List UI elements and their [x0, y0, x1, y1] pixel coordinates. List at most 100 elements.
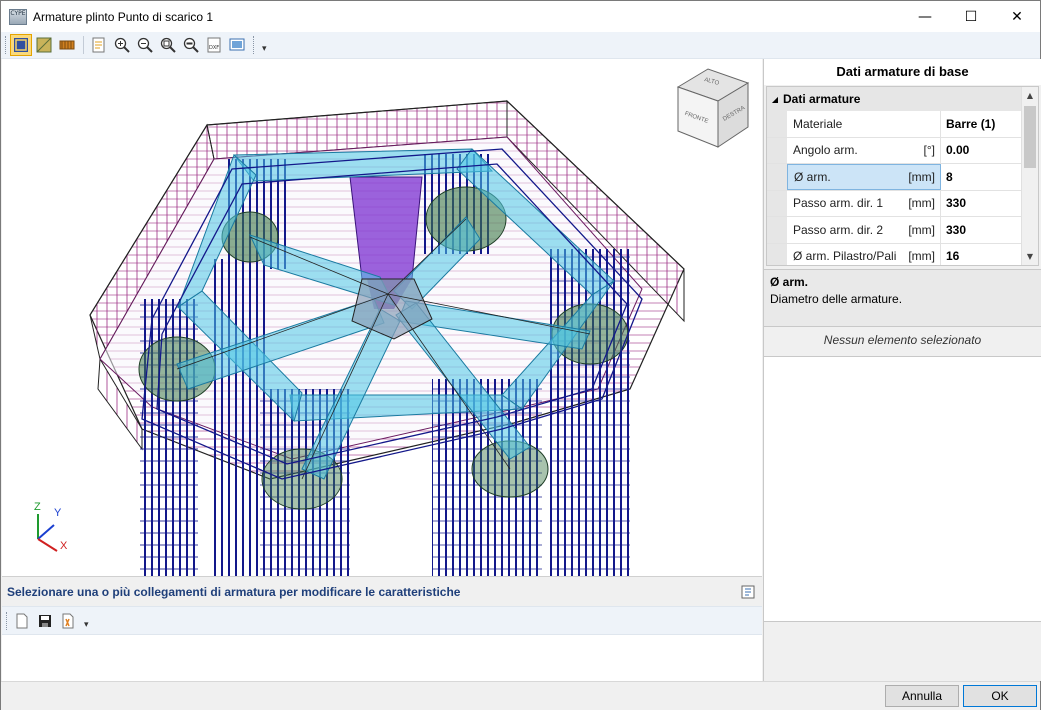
property-label: Angolo arm.: [793, 143, 858, 158]
zoom-extents-button[interactable]: [180, 34, 202, 56]
minimize-button[interactable]: —: [902, 1, 948, 32]
secondary-list-area[interactable]: [2, 634, 762, 681]
property-row[interactable]: Passo arm. dir. 1 [mm] 330: [767, 190, 1038, 217]
cancel-button[interactable]: Annulla: [885, 685, 959, 707]
open-library-button[interactable]: [57, 610, 79, 632]
property-label: Ø arm.: [794, 169, 831, 184]
properties-panel: Dati armature di base ◢ Dati armature Ma…: [763, 59, 1041, 681]
zoom-extents-icon: [183, 37, 199, 53]
panel-bottom-area: [764, 622, 1041, 681]
dxf-export-icon: DXF: [207, 37, 221, 53]
maximize-button[interactable]: ☐: [948, 1, 994, 32]
dialog-footer: Annulla OK: [1, 681, 1040, 710]
zoom-in-button[interactable]: [111, 34, 133, 56]
view-solid-button[interactable]: [33, 34, 55, 56]
zoom-window-button[interactable]: [157, 34, 179, 56]
property-row[interactable]: MaterialeBarre (1)▼: [767, 111, 1038, 138]
selection-list[interactable]: [764, 356, 1041, 622]
export-dxf-button[interactable]: DXF: [203, 34, 225, 56]
toolbar-grip[interactable]: [5, 36, 8, 54]
property-label: Passo arm. dir. 2: [793, 222, 884, 237]
title-bar: CYPE Armature plinto Punto di scarico 1 …: [1, 1, 1040, 32]
scroll-thumb[interactable]: [1024, 106, 1036, 168]
axis-triad: [37, 514, 58, 552]
hint-text: Selezionare una o più collegamenti di ar…: [7, 584, 461, 599]
collapse-icon[interactable]: ◢: [767, 95, 783, 104]
property-grid-scrollbar[interactable]: ▲ ▼: [1021, 87, 1038, 265]
property-description: Ø arm. Diametro delle armature.: [764, 269, 1041, 327]
view-wireframe-button[interactable]: [10, 34, 32, 56]
hint-bar: Selezionare una o più collegamenti di ar…: [2, 576, 762, 606]
section-view-icon: [59, 40, 75, 50]
row-gutter: [767, 111, 787, 137]
property-grid: ◢ Dati armature Materiale Barre (1) ▼ Angol…: [766, 86, 1039, 266]
property-unit: [mm]: [908, 222, 935, 237]
pin-panel-icon[interactable]: [740, 584, 756, 603]
solid-view-icon: [36, 37, 52, 53]
row-gutter: [767, 217, 787, 243]
view-section-button[interactable]: [56, 34, 78, 56]
view-cube[interactable]: ALTO FRONTE DESTRA: [674, 65, 754, 151]
secondary-toolbar-overflow-icon[interactable]: ▾: [84, 620, 89, 630]
row-gutter: [767, 137, 787, 163]
scroll-down-icon[interactable]: ▼: [1022, 248, 1038, 265]
zoom-in-icon: [114, 37, 130, 53]
app-icon: CYPE: [9, 8, 27, 25]
property-label: Passo arm. dir. 1: [793, 196, 884, 211]
property-label: Materiale: [793, 116, 843, 131]
new-file-button[interactable]: [11, 610, 33, 632]
row-gutter: [767, 190, 787, 216]
description-title: Ø arm.: [770, 275, 809, 289]
property-row[interactable]: Ø arm.[mm]8▼: [767, 164, 1038, 191]
zoom-window-icon: [160, 37, 176, 53]
property-unit: [mm]: [908, 249, 935, 264]
panel-title: Dati armature di base: [764, 59, 1041, 85]
property-unit: [mm]: [908, 169, 935, 184]
axis-y-label: Y: [54, 507, 62, 519]
save-button[interactable]: [34, 610, 56, 632]
new-file-icon: [16, 613, 28, 628]
scroll-up-icon[interactable]: ▲: [1022, 87, 1038, 104]
properties-icon: [92, 37, 105, 53]
property-value-text[interactable]: 0.00: [946, 143, 969, 157]
axis-z-label: Z: [34, 501, 41, 513]
toolbar-overflow-icon[interactable]: ▾: [262, 44, 267, 54]
property-row[interactable]: Ø arm. Pilastro/Pali [mm] 16 ▼: [767, 243, 1038, 265]
property-label: Ø arm. Pilastro/Pali: [793, 249, 897, 264]
3d-viewport[interactable]: Z Y X ALTO FRONTE DESTRA: [2, 59, 762, 576]
row-gutter: [767, 164, 787, 190]
property-value-text[interactable]: Barre (1): [946, 117, 995, 131]
property-unit: [mm]: [908, 196, 935, 211]
ok-button[interactable]: OK: [963, 685, 1037, 707]
property-value-text[interactable]: 330: [946, 196, 966, 210]
category-row[interactable]: ◢ Dati armature: [767, 87, 1038, 111]
property-name: Ø arm. Pilastro/Pali [mm]: [787, 243, 941, 265]
category-label: Dati armature: [783, 92, 861, 106]
property-name: Passo arm. dir. 2 [mm]: [787, 217, 941, 243]
screenshot-button[interactable]: [226, 34, 248, 56]
property-name: Passo arm. dir. 1 [mm]: [787, 190, 941, 216]
wireframe-view-icon: [14, 38, 28, 52]
dialog-window: CYPE Armature plinto Punto di scarico 1 …: [0, 0, 1041, 710]
properties-button[interactable]: [88, 34, 110, 56]
screen-capture-icon: [229, 38, 245, 51]
svg-text:DXF: DXF: [209, 45, 219, 51]
property-row[interactable]: Angolo arm. [°] 0.00: [767, 137, 1038, 164]
save-icon: [39, 614, 51, 627]
window-title: Armature plinto Punto di scarico 1: [33, 9, 214, 24]
main-toolbar: DXF ▾: [1, 32, 1040, 59]
property-value-text[interactable]: 330: [946, 223, 966, 237]
property-unit: [°]: [923, 143, 935, 158]
property-value-text[interactable]: 16: [946, 249, 959, 263]
property-value-text[interactable]: 8: [946, 170, 953, 184]
row-gutter: [767, 243, 787, 265]
zoom-out-button[interactable]: [134, 34, 156, 56]
axis-x-label: X: [60, 540, 68, 552]
selection-status: Nessun elemento selezionato: [823, 333, 982, 347]
secondary-toolbar: ▾: [2, 606, 762, 634]
zoom-out-icon: [137, 37, 153, 53]
close-button[interactable]: ✕: [994, 1, 1040, 32]
reinforcement-3d-model: [37, 99, 685, 576]
property-row[interactable]: Passo arm. dir. 2 [mm] 330: [767, 217, 1038, 244]
property-name: Angolo arm. [°]: [787, 137, 941, 163]
